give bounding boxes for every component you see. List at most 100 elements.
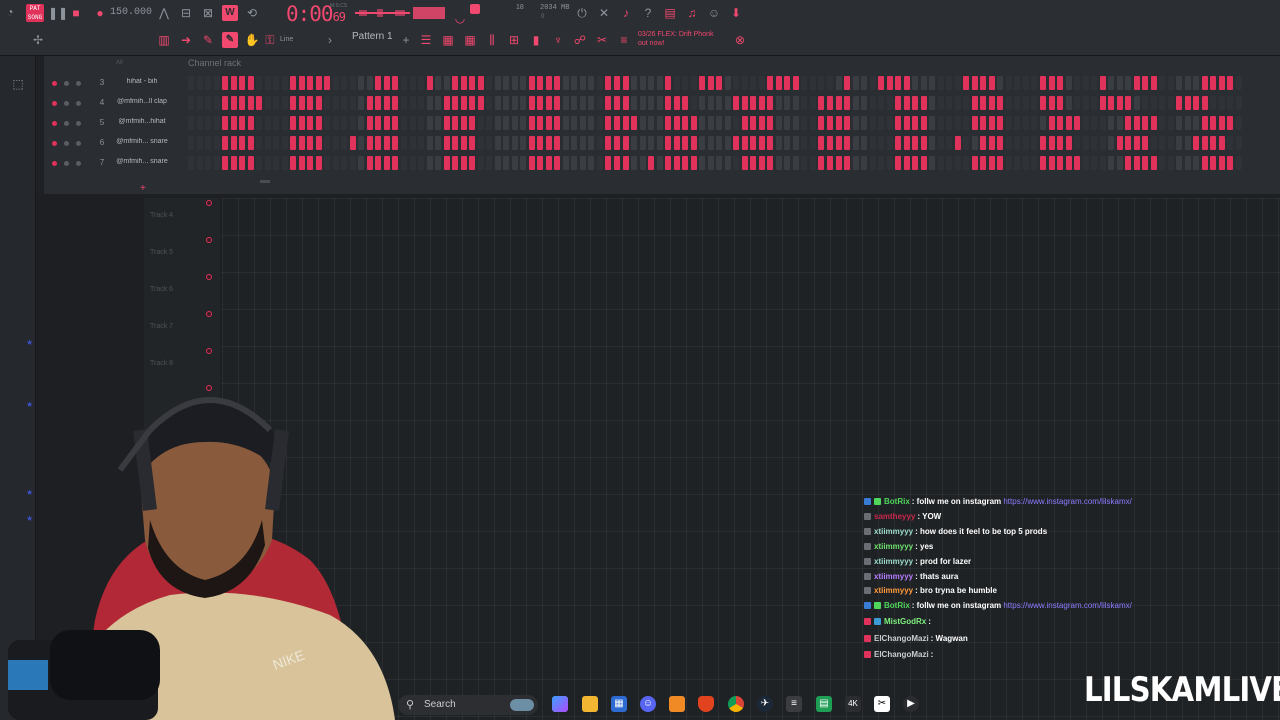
step-button[interactable] [375, 96, 382, 110]
step-button[interactable] [963, 136, 970, 150]
step-button[interactable] [912, 96, 919, 110]
step-button[interactable] [852, 76, 859, 90]
step-button[interactable] [1082, 96, 1089, 110]
step-button[interactable] [213, 76, 220, 90]
step-button[interactable] [682, 156, 689, 170]
step-button[interactable] [477, 76, 484, 90]
chat-username[interactable]: ElChangoMazi [874, 650, 929, 659]
step-button[interactable] [196, 156, 203, 170]
step-button[interactable] [435, 76, 442, 90]
step-button[interactable] [332, 136, 339, 150]
step-button[interactable] [1210, 136, 1217, 150]
step-button[interactable] [980, 116, 987, 130]
step-button[interactable] [196, 96, 203, 110]
step-button[interactable] [639, 96, 646, 110]
step-button[interactable] [869, 156, 876, 170]
file-explorer-icon[interactable] [582, 696, 598, 712]
step-button[interactable] [631, 96, 638, 110]
step-button[interactable] [1176, 136, 1183, 150]
step-button[interactable] [596, 136, 603, 150]
fl-studio-icon[interactable] [669, 696, 685, 712]
step-button[interactable] [452, 76, 459, 90]
step-button[interactable] [707, 156, 714, 170]
channel-number[interactable]: 5 [96, 118, 108, 127]
step-button[interactable] [494, 156, 501, 170]
step-button[interactable] [486, 136, 493, 150]
step-button[interactable] [665, 136, 672, 150]
step-button[interactable] [537, 136, 544, 150]
record-icon[interactable]: ● [92, 5, 108, 21]
step-button[interactable] [1057, 136, 1064, 150]
step-button[interactable] [588, 96, 595, 110]
step-button[interactable] [528, 156, 535, 170]
channel-name[interactable]: hihat - bih [110, 78, 174, 85]
capcut-icon[interactable]: ✂ [874, 696, 890, 712]
step-button[interactable] [648, 116, 655, 130]
step-button[interactable] [622, 76, 629, 90]
step-button[interactable] [1150, 156, 1157, 170]
step-button[interactable] [1125, 76, 1132, 90]
step-button[interactable] [699, 136, 706, 150]
step-button[interactable] [554, 116, 561, 130]
track-mute-dot[interactable] [206, 311, 212, 317]
step-button[interactable] [409, 76, 416, 90]
step-button[interactable] [1048, 76, 1055, 90]
step-button[interactable] [775, 116, 782, 130]
step-button[interactable] [1057, 76, 1064, 90]
mixer-icon[interactable]: ✕ [596, 5, 612, 21]
step-button[interactable] [937, 96, 944, 110]
step-button[interactable] [213, 96, 220, 110]
step-button[interactable] [946, 116, 953, 130]
step-button[interactable] [315, 76, 322, 90]
step-button[interactable] [869, 136, 876, 150]
step-button[interactable] [579, 96, 586, 110]
step-button[interactable] [895, 116, 902, 130]
step-button[interactable] [1074, 156, 1081, 170]
step-button[interactable] [358, 96, 365, 110]
step-button[interactable] [971, 116, 978, 130]
step-button[interactable] [775, 96, 782, 110]
step-button[interactable] [946, 156, 953, 170]
wrench-icon[interactable]: ✂ [594, 32, 610, 48]
step-button[interactable] [1184, 116, 1191, 130]
step-button[interactable] [605, 76, 612, 90]
taskbar-search[interactable]: ⚲ Search [398, 695, 538, 715]
step-button[interactable] [1218, 116, 1225, 130]
step-button[interactable] [963, 156, 970, 170]
step-button[interactable] [673, 136, 680, 150]
step-button[interactable] [188, 116, 194, 130]
step-button[interactable] [307, 156, 314, 170]
step-button[interactable] [511, 116, 518, 130]
step-button[interactable] [545, 96, 552, 110]
step-button[interactable] [1125, 116, 1132, 130]
step-button[interactable] [401, 76, 407, 90]
step-button[interactable] [835, 96, 842, 110]
step-button[interactable] [188, 76, 194, 90]
step-button[interactable] [929, 96, 936, 110]
step-button[interactable] [767, 136, 774, 150]
step-button[interactable] [222, 156, 229, 170]
step-button[interactable] [264, 96, 271, 110]
step-button[interactable] [682, 136, 689, 150]
news-close-icon[interactable]: ⊗ [732, 32, 748, 48]
step-button[interactable] [264, 76, 271, 90]
step-button[interactable] [452, 156, 459, 170]
step-button[interactable] [596, 156, 603, 170]
step-button[interactable] [784, 156, 791, 170]
step-button[interactable] [690, 96, 697, 110]
step-button[interactable] [375, 136, 382, 150]
step-button[interactable] [324, 96, 331, 110]
step-button[interactable] [912, 136, 919, 150]
step-button[interactable] [247, 96, 254, 110]
step-button[interactable] [844, 156, 851, 170]
step-button[interactable] [1022, 156, 1029, 170]
step-button[interactable] [307, 76, 314, 90]
step-button[interactable] [1125, 96, 1132, 110]
step-button[interactable] [639, 116, 646, 130]
track-mute-dot[interactable] [206, 274, 212, 280]
step-button[interactable] [392, 136, 399, 150]
pattern-prev-icon[interactable]: › [322, 32, 338, 48]
step-button[interactable] [1133, 156, 1140, 170]
step-button[interactable] [1116, 156, 1123, 170]
step-button[interactable] [230, 156, 237, 170]
